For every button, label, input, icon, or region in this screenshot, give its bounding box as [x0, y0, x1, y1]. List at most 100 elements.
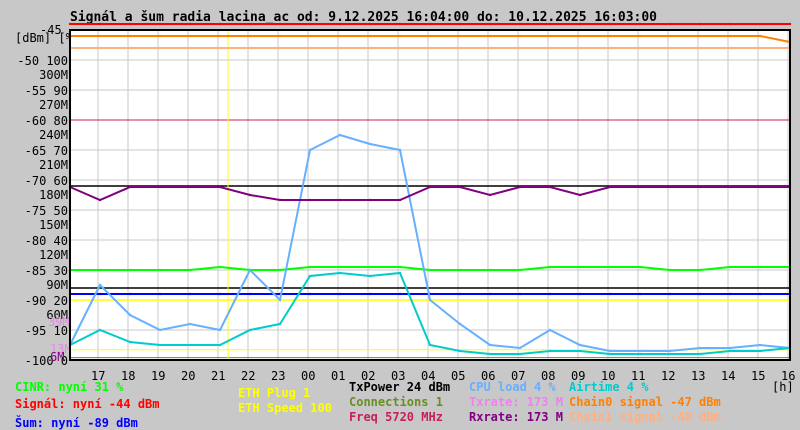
data-point	[548, 265, 552, 269]
data-point	[638, 22, 642, 26]
data-point	[368, 22, 372, 26]
data-point	[68, 22, 72, 26]
data-point	[218, 22, 222, 26]
data-point	[758, 265, 762, 269]
data-point	[608, 265, 612, 269]
data-point	[158, 185, 162, 189]
data-point	[158, 328, 162, 332]
data-point	[188, 34, 192, 38]
data-point	[368, 292, 372, 296]
data-point	[608, 185, 612, 189]
data-point	[278, 322, 282, 326]
data-point	[218, 46, 222, 50]
data-point	[548, 34, 552, 38]
data-point	[188, 22, 192, 26]
data-point	[128, 46, 132, 50]
data-point	[728, 346, 732, 350]
data-point	[668, 185, 672, 189]
data-point	[158, 268, 162, 272]
data-point	[188, 292, 192, 296]
data-point	[608, 34, 612, 38]
data-point	[638, 292, 642, 296]
data-point	[638, 352, 642, 356]
legend-airtime: Airtime 4 %	[569, 380, 649, 394]
data-point	[128, 340, 132, 344]
data-point	[338, 133, 342, 137]
data-point	[728, 34, 732, 38]
data-point	[668, 34, 672, 38]
data-point	[248, 268, 252, 272]
data-point	[488, 46, 492, 50]
data-point	[218, 185, 222, 189]
data-point	[428, 46, 432, 50]
data-point	[428, 298, 432, 302]
data-point	[728, 265, 732, 269]
data-point	[578, 193, 582, 197]
legend-rxrate: Rxrate: 173 M	[469, 410, 563, 424]
data-point	[338, 46, 342, 50]
legend-cpu: CPU load 4 %	[469, 380, 556, 394]
data-point	[668, 46, 672, 50]
data-point	[338, 271, 342, 275]
data-point	[488, 34, 492, 38]
data-point	[458, 349, 462, 353]
data-point	[488, 193, 492, 197]
data-point	[278, 22, 282, 26]
data-point	[338, 198, 342, 202]
data-point	[758, 185, 762, 189]
data-point	[638, 185, 642, 189]
data-point	[548, 349, 552, 353]
data-point	[578, 292, 582, 296]
data-point	[758, 34, 762, 38]
data-point	[668, 352, 672, 356]
data-point	[548, 328, 552, 332]
data-point	[518, 346, 522, 350]
data-point	[638, 265, 642, 269]
data-point	[158, 34, 162, 38]
data-point	[488, 22, 492, 26]
chart-plot	[68, 22, 792, 361]
data-point	[668, 268, 672, 272]
data-point	[488, 268, 492, 272]
data-point	[758, 349, 762, 353]
data-point	[128, 185, 132, 189]
data-point	[668, 349, 672, 353]
data-point	[518, 46, 522, 50]
legend-eth-speed: ETH Speed 100	[238, 401, 332, 415]
data-point	[698, 22, 702, 26]
legend-txrate: Txrate: 173 M	[469, 395, 563, 409]
data-point	[338, 292, 342, 296]
data-point	[338, 265, 342, 269]
data-point	[578, 34, 582, 38]
data-point	[308, 46, 312, 50]
data-point	[728, 349, 732, 353]
data-point	[398, 198, 402, 202]
data-point	[98, 292, 102, 296]
data-point	[368, 274, 372, 278]
data-point	[338, 34, 342, 38]
data-point	[308, 274, 312, 278]
data-point	[428, 343, 432, 347]
data-point	[698, 46, 702, 50]
legend-signal: Signál: nyní -44 dBm	[15, 397, 160, 411]
data-point	[218, 343, 222, 347]
data-point	[188, 343, 192, 347]
data-point	[608, 46, 612, 50]
data-point	[368, 265, 372, 269]
data-point	[698, 34, 702, 38]
data-point	[248, 34, 252, 38]
data-point	[98, 268, 102, 272]
data-point	[608, 292, 612, 296]
data-point	[728, 46, 732, 50]
data-point	[188, 322, 192, 326]
data-point	[458, 268, 462, 272]
data-point	[608, 22, 612, 26]
data-point	[638, 349, 642, 353]
data-point	[608, 352, 612, 356]
data-point	[668, 292, 672, 296]
data-point	[788, 22, 792, 26]
data-point	[98, 198, 102, 202]
data-point	[128, 34, 132, 38]
data-point	[398, 271, 402, 275]
data-point	[758, 292, 762, 296]
